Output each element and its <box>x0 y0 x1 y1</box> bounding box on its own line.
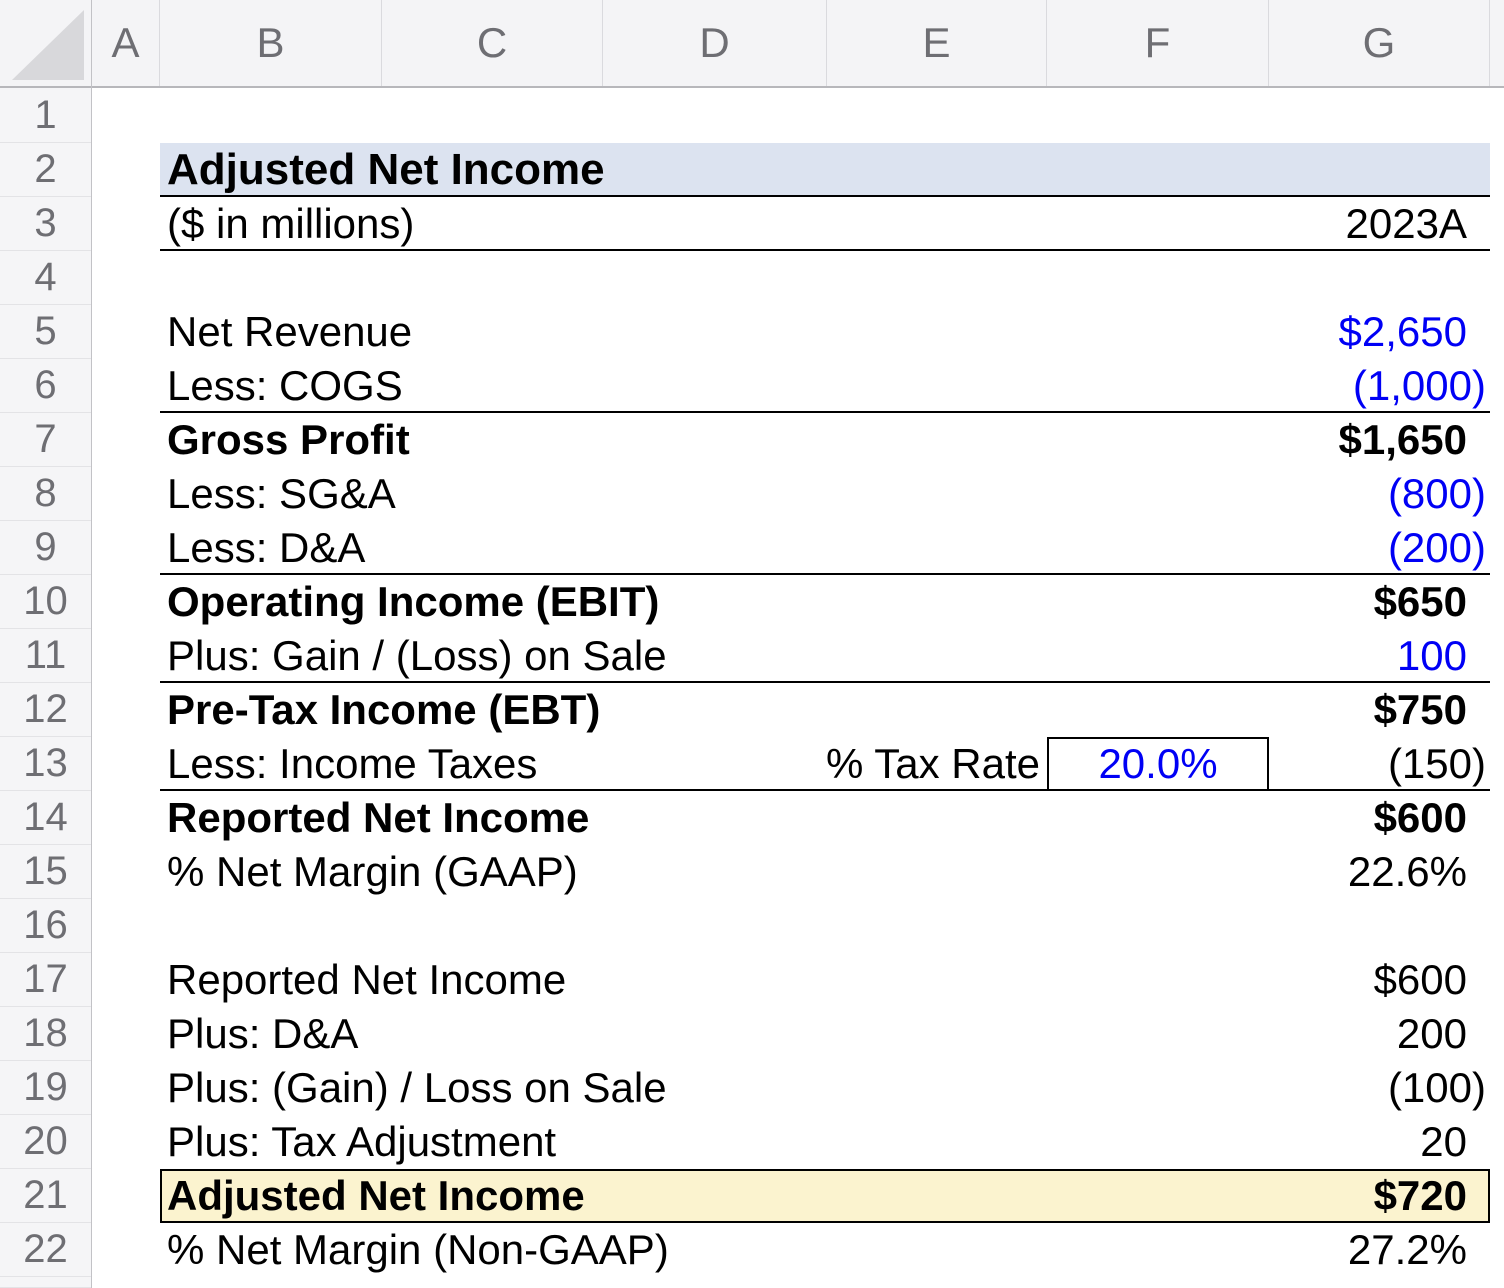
row-header-6[interactable]: 6 <box>0 359 91 413</box>
row-label-cell[interactable]: Reported Net Income <box>167 953 566 1007</box>
sheet-title-cell[interactable]: Adjusted Net Income <box>167 143 605 197</box>
select-all-corner[interactable] <box>0 0 91 86</box>
row-header-7[interactable]: 7 <box>0 413 91 467</box>
column-header-B[interactable]: B <box>160 0 382 86</box>
row-header-13[interactable]: 13 <box>0 737 91 791</box>
column-header-A[interactable]: A <box>92 0 160 86</box>
row-value-cell[interactable]: 22.6% <box>1269 845 1490 899</box>
column-header-divider <box>0 86 1504 88</box>
row-value-cell[interactable]: (800) <box>1269 467 1490 521</box>
column-header-G[interactable]: G <box>1269 0 1490 86</box>
row-header-16[interactable]: 16 <box>0 899 91 953</box>
column-header-partial[interactable] <box>1490 0 1504 86</box>
row-value-cell[interactable]: 27.2% <box>1269 1223 1490 1277</box>
row-header-partial[interactable] <box>0 1277 91 1288</box>
row-header-divider <box>91 0 92 1288</box>
column-header-D[interactable]: D <box>603 0 827 86</box>
row-label-cell[interactable]: Operating Income (EBIT) <box>167 575 659 629</box>
row-header-17[interactable]: 17 <box>0 953 91 1007</box>
row-label-cell[interactable]: Plus: Tax Adjustment <box>167 1115 556 1169</box>
row-header-15[interactable]: 15 <box>0 845 91 899</box>
row-header-12[interactable]: 12 <box>0 683 91 737</box>
row-header-10[interactable]: 10 <box>0 575 91 629</box>
select-all-triangle-icon <box>12 10 84 80</box>
row-header-3[interactable]: 3 <box>0 197 91 251</box>
row-header-22[interactable]: 22 <box>0 1223 91 1277</box>
row-label-cell[interactable]: % Net Margin (GAAP) <box>167 845 578 899</box>
cell-border <box>160 681 1490 683</box>
row-label-cell[interactable]: Adjusted Net Income <box>167 1169 585 1223</box>
row-label-cell[interactable]: Net Revenue <box>167 305 412 359</box>
cell-border <box>160 573 1490 575</box>
row-value-cell[interactable]: 100 <box>1269 629 1490 683</box>
row-header-18[interactable]: 18 <box>0 1007 91 1061</box>
row-value-cell[interactable]: $600 <box>1269 791 1490 845</box>
row-label-cell[interactable]: Plus: Gain / (Loss) on Sale <box>167 629 667 683</box>
column-header-C[interactable]: C <box>382 0 603 86</box>
row-value-cell[interactable]: $600 <box>1269 953 1490 1007</box>
row-header-20[interactable]: 20 <box>0 1115 91 1169</box>
row-label-cell[interactable]: Pre-Tax Income (EBT) <box>167 683 600 737</box>
spreadsheet: ABCDEFG 12345678910111213141516171819202… <box>0 0 1504 1288</box>
column-header-E[interactable]: E <box>827 0 1047 86</box>
row-value-cell[interactable]: $2,650 <box>1269 305 1490 359</box>
tax-rate-input-cell[interactable]: 20.0% <box>1047 737 1269 791</box>
row-value-cell[interactable]: $650 <box>1269 575 1490 629</box>
row-label-cell[interactable]: Less: D&A <box>167 521 365 575</box>
period-header-cell[interactable]: 2023A <box>1269 197 1490 251</box>
row-label-cell[interactable]: Gross Profit <box>167 413 410 467</box>
row-header-1[interactable]: 1 <box>0 88 91 143</box>
row-label-cell[interactable]: % Net Margin (Non-GAAP) <box>167 1223 669 1277</box>
row-label-cell[interactable]: Less: SG&A <box>167 467 396 521</box>
row-label-cell[interactable]: Less: Income Taxes <box>167 737 537 791</box>
row-header-19[interactable]: 19 <box>0 1061 91 1115</box>
row-value-cell[interactable]: $750 <box>1269 683 1490 737</box>
row-header-14[interactable]: 14 <box>0 791 91 845</box>
row-label-cell[interactable]: Reported Net Income <box>167 791 589 845</box>
row-value-cell[interactable]: 200 <box>1269 1007 1490 1061</box>
row-value-cell[interactable]: (1,000) <box>1269 359 1490 413</box>
row-header-9[interactable]: 9 <box>0 521 91 575</box>
row-label-cell[interactable]: Plus: D&A <box>167 1007 358 1061</box>
cell-border <box>160 789 1490 791</box>
cell-border <box>160 195 1490 197</box>
tax-rate-label-cell[interactable]: % Tax Rate <box>760 737 1040 791</box>
units-cell[interactable]: ($ in millions) <box>167 197 414 251</box>
cell-border <box>160 411 1490 413</box>
row-header-11[interactable]: 11 <box>0 629 91 683</box>
row-value-cell[interactable]: $1,650 <box>1269 413 1490 467</box>
row-value-cell[interactable]: 20 <box>1269 1115 1490 1169</box>
row-header-2[interactable]: 2 <box>0 143 91 197</box>
row-header-8[interactable]: 8 <box>0 467 91 521</box>
row-value-cell[interactable]: $720 <box>1269 1169 1490 1223</box>
row-label-cell[interactable]: Plus: (Gain) / Loss on Sale <box>167 1061 667 1115</box>
column-header-F[interactable]: F <box>1047 0 1269 86</box>
row-header-21[interactable]: 21 <box>0 1169 91 1223</box>
row-header-4[interactable]: 4 <box>0 251 91 305</box>
cell-border <box>160 249 1490 251</box>
row-value-cell[interactable]: (200) <box>1269 521 1490 575</box>
row-value-cell[interactable]: (150) <box>1269 737 1490 791</box>
row-header-5[interactable]: 5 <box>0 305 91 359</box>
row-value-cell[interactable]: (100) <box>1269 1061 1490 1115</box>
row-label-cell[interactable]: Less: COGS <box>167 359 403 413</box>
